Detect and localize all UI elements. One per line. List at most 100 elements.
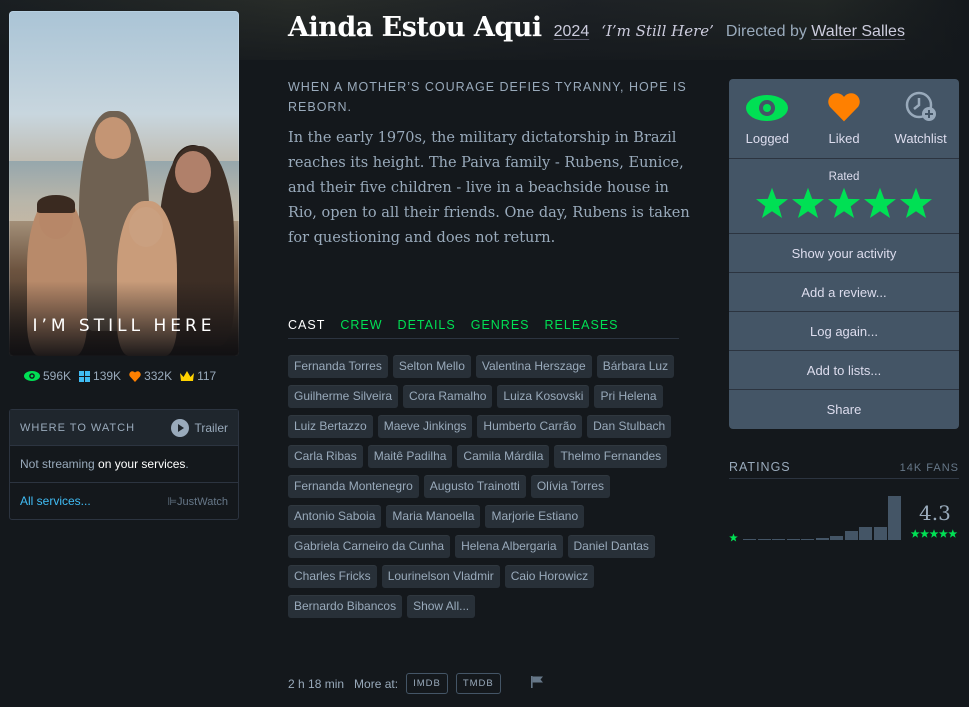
star-icon[interactable] <box>827 187 861 224</box>
watched-count: 596K <box>43 369 72 383</box>
tab-cast[interactable]: CAST <box>288 318 325 332</box>
film-stats: 596K 139K 332K 117 <box>24 369 216 383</box>
cast-member[interactable]: Helena Albergaria <box>455 535 563 558</box>
director-link[interactable]: Walter Salles <box>811 23 905 40</box>
histogram-bar[interactable] <box>888 496 901 540</box>
histogram-bar[interactable] <box>786 538 800 540</box>
imdb-link[interactable]: IMDB <box>406 673 448 694</box>
trailer-button[interactable]: Trailer <box>171 418 228 437</box>
histogram-bar[interactable] <box>757 539 771 540</box>
ratings-histogram[interactable] <box>743 494 903 540</box>
ratings-header: RATINGS 14K FANS <box>729 460 959 479</box>
logged-button[interactable]: Logged <box>729 79 806 158</box>
histogram-bar[interactable] <box>801 538 814 540</box>
cast-member[interactable]: Bárbara Luz <box>596 355 675 378</box>
justwatch-label: JustWatch <box>177 495 228 508</box>
cast-list: Fernanda Torres Selton Mello Valentina H… <box>288 355 683 618</box>
share-button[interactable]: Share <box>729 390 959 429</box>
cast-member[interactable]: Marjorie Estiano <box>485 505 585 528</box>
grid-icon <box>79 370 91 382</box>
show-all-cast-button[interactable]: Show All... <box>407 595 476 618</box>
more-at-label: More at: <box>354 676 399 691</box>
watchlist-label: Watchlist <box>894 131 947 146</box>
star-icon[interactable] <box>791 187 825 224</box>
cast-member[interactable]: Camila Márdila <box>457 445 550 468</box>
cast-member[interactable]: Luiza Kosovski <box>497 385 590 408</box>
star-icon[interactable] <box>899 187 933 224</box>
film-poster[interactable]: I’M STILL HERE <box>9 11 239 356</box>
watchlist-button[interactable]: Watchlist <box>882 79 959 158</box>
cast-member[interactable]: Carla Ribas <box>288 445 363 468</box>
top-rank-stat[interactable]: 117 <box>180 369 216 383</box>
add-to-lists-button[interactable]: Add to lists... <box>729 351 959 390</box>
clock-plus-icon <box>904 90 938 125</box>
show-activity-button[interactable]: Show your activity <box>729 234 959 273</box>
watched-stat[interactable]: 596K <box>24 369 71 383</box>
histogram-bar[interactable] <box>772 539 785 540</box>
histogram-bar[interactable] <box>743 539 756 540</box>
cast-member[interactable]: Selton Mello <box>392 355 471 378</box>
cast-member[interactable]: Valentina Herszage <box>475 355 592 378</box>
film-title: Ainda Estou Aqui <box>288 12 542 43</box>
cast-member[interactable]: Humberto Carrão <box>477 415 583 438</box>
average-rating[interactable]: 4.3 <box>919 501 951 525</box>
rating-stars[interactable] <box>729 187 959 224</box>
cast-member[interactable]: Olívia Torres <box>530 475 610 498</box>
justwatch-link[interactable]: ⊫JustWatch <box>167 495 228 508</box>
cast-member[interactable]: Maeve Jinkings <box>377 415 473 438</box>
tab-genres[interactable]: GENRES <box>471 318 530 332</box>
ratings-title[interactable]: RATINGS <box>729 460 791 474</box>
histogram-bar[interactable] <box>859 527 872 540</box>
flag-icon[interactable] <box>530 676 544 691</box>
fans-count-link[interactable]: 14K FANS <box>900 462 959 474</box>
histogram-bar[interactable] <box>844 530 858 540</box>
star-icon[interactable] <box>755 187 789 224</box>
eye-icon <box>745 94 789 125</box>
likes-stat[interactable]: 332K <box>129 369 172 383</box>
cast-member[interactable]: Guilherme Silveira <box>288 385 399 408</box>
heart-icon <box>827 92 861 125</box>
cast-member[interactable]: Lourinelson Vladmir <box>381 565 500 588</box>
cast-member[interactable]: Fernanda Montenegro <box>288 475 419 498</box>
cast-member[interactable]: Fernanda Torres <box>288 355 388 378</box>
status-highlight[interactable]: on your services <box>98 457 185 471</box>
eye-icon <box>24 371 40 381</box>
cast-member[interactable]: Charles Fricks <box>288 565 377 588</box>
likes-count: 332K <box>144 369 173 383</box>
actions-panel: Logged Liked Watchlist Rated Show your a… <box>729 79 959 429</box>
tab-releases[interactable]: RELEASES <box>545 318 619 332</box>
cast-member[interactable]: Thelmo Fernandes <box>554 445 668 468</box>
cast-member[interactable]: Maitê Padilha <box>367 445 453 468</box>
cast-member[interactable]: Gabriela Carneiro da Cunha <box>288 535 451 558</box>
cast-member[interactable]: Luiz Bertazzo <box>288 415 373 438</box>
lists-stat[interactable]: 139K <box>79 369 121 383</box>
add-review-button[interactable]: Add a review... <box>729 273 959 312</box>
star-icon <box>729 529 738 547</box>
histogram-bar[interactable] <box>815 537 829 540</box>
liked-button[interactable]: Liked <box>806 79 883 158</box>
cast-member[interactable]: Dan Stulbach <box>587 415 672 438</box>
rated-label: Rated <box>828 171 860 183</box>
log-again-button[interactable]: Log again... <box>729 312 959 351</box>
film-tabs: CAST CREW DETAILS GENRES RELEASES <box>288 318 679 339</box>
release-year-link[interactable]: 2024 <box>554 23 590 41</box>
cast-member[interactable]: Maria Manoella <box>386 505 481 528</box>
where-to-watch-header: WHERE TO WATCH Trailer <box>10 410 238 446</box>
tab-crew[interactable]: CREW <box>340 318 382 332</box>
tmdb-link[interactable]: TMDB <box>455 673 501 694</box>
runtime: 2 h 18 min <box>288 676 345 691</box>
cast-member[interactable]: Augusto Trainotti <box>423 475 526 498</box>
cast-member[interactable]: Caio Horowicz <box>504 565 595 588</box>
original-title: ‘I’m Still Here’ <box>601 22 714 40</box>
cast-member[interactable]: Bernardo Bibancos <box>288 595 403 618</box>
cast-member[interactable]: Cora Ramalho <box>403 385 493 408</box>
cast-member[interactable]: Daniel Dantas <box>567 535 655 558</box>
cast-member[interactable]: Pri Helena <box>594 385 663 408</box>
cast-member[interactable]: Antonio Saboia <box>288 505 382 528</box>
all-services-link[interactable]: All services... <box>20 494 91 508</box>
star-icon[interactable] <box>863 187 897 224</box>
histogram-bar[interactable] <box>873 527 887 540</box>
histogram-bar[interactable] <box>830 536 843 540</box>
tab-details[interactable]: DETAILS <box>398 318 456 332</box>
poster-figure <box>37 195 75 213</box>
